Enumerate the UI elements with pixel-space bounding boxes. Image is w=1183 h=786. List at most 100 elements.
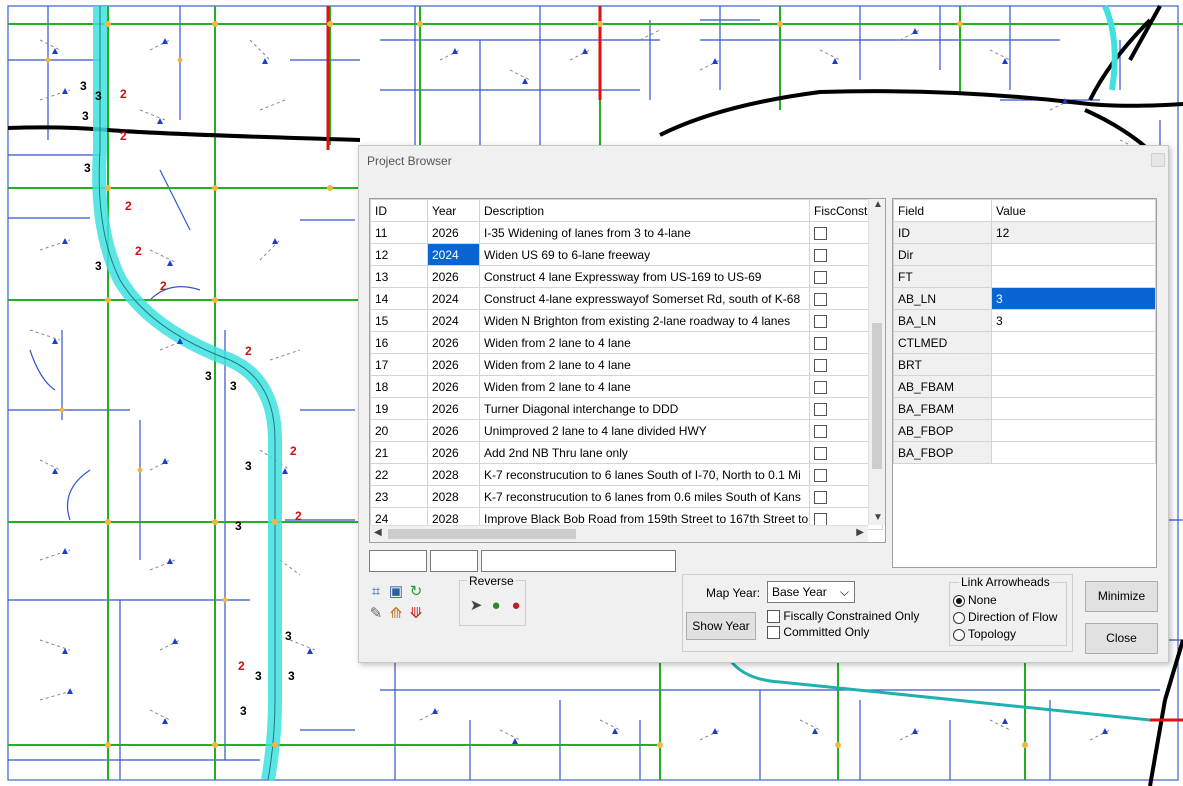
fiscconst-checkbox[interactable] [814,380,827,394]
radio-direction-of-flow[interactable] [953,611,965,624]
field-row[interactable]: CTLMED [893,331,1156,354]
vertical-scroll-thumb[interactable] [872,323,882,469]
map-year-select[interactable]: Base Year ⌵ [767,581,855,603]
refresh-icon[interactable]: ↻ [407,584,425,602]
project-description-cell[interactable]: Widen from 2 lane to 4 lane [479,375,810,398]
col-header-id[interactable]: ID [370,199,428,222]
fiscconst-checkbox[interactable] [814,358,827,372]
project-year-cell[interactable]: 2026 [427,375,480,398]
project-id-cell[interactable]: 13 [370,265,428,288]
field-value-cell[interactable] [991,419,1156,442]
project-id-cell[interactable]: 21 [370,441,428,464]
project-year-cell[interactable]: 2026 [427,353,480,376]
project-description-cell[interactable]: Widen US 69 to 6-lane freeway [479,243,810,266]
field-value-cell[interactable] [991,441,1156,464]
project-row[interactable]: 20 2026 Unimproved 2 lane to 4 lane divide… [370,419,883,442]
fiscconst-checkbox[interactable] [814,292,827,306]
scroll-down-arrow[interactable]: ▼ [873,512,883,523]
fiscconst-checkbox[interactable] [814,424,827,438]
fiscally-constrained-checkbox[interactable] [767,610,780,624]
field-row[interactable]: ID 12 [893,221,1156,244]
field-value-grid[interactable]: Field Value ID 12 Dir FT AB_LN 3 BA_LN 3 CTLMED B… [892,198,1157,568]
project-id-cell[interactable]: 14 [370,287,428,310]
radio-none[interactable] [953,594,965,607]
project-row[interactable]: 17 2026 Widen from 2 lane to 4 lane [370,353,883,376]
project-year-cell[interactable]: 2026 [427,221,480,244]
fiscally-constrained-row[interactable]: Fiscally Constrained Only [767,609,919,624]
field-row[interactable]: BA_FBAM [893,397,1156,420]
edit-pencil-icon[interactable]: ✎ [367,606,385,624]
horizontal-scrollbar[interactable]: ◀ ▶ [370,525,868,542]
project-id-cell[interactable]: 22 [370,463,428,486]
project-year-cell[interactable]: 2024 [427,287,480,310]
fiscconst-checkbox[interactable] [814,512,827,526]
arrowhead-option-none[interactable]: None [953,593,997,607]
project-id-cell[interactable]: 11 [370,221,428,244]
dialog-close-box[interactable] [1151,153,1165,167]
save-icon[interactable]: ▣ [387,584,405,602]
project-description-cell[interactable]: Add 2nd NB Thru lane only [479,441,810,464]
project-description-cell[interactable]: I-35 Widening of lanes from 3 to 4-lane [479,221,810,244]
year-edit-box[interactable] [430,550,478,572]
project-description-cell[interactable]: Construct 4-lane expresswayof Somerset R… [479,287,810,310]
scroll-left-arrow[interactable]: ◀ [374,527,382,538]
project-year-cell[interactable]: 2026 [427,419,480,442]
field-row[interactable]: AB_FBAM [893,375,1156,398]
project-row[interactable]: 23 2028 K-7 reconstrucution to 6 lanes fro… [370,485,883,508]
fiscconst-checkbox[interactable] [814,336,827,350]
project-row[interactable]: 12 2024 Widen US 69 to 6-lane freeway [370,243,883,266]
project-row[interactable]: 13 2026 Construct 4 lane Expressway from U… [370,265,883,288]
project-row[interactable]: 22 2028 K-7 reconstrucution to 6 lanes Sou… [370,463,883,486]
project-description-cell[interactable]: K-7 reconstrucution to 6 lanes from 0.6 … [479,485,810,508]
project-id-cell[interactable]: 17 [370,353,428,376]
project-year-cell[interactable]: 2024 [427,309,480,332]
project-row[interactable]: 19 2026 Turner Diagonal interchange to DDD [370,397,883,420]
project-year-cell[interactable]: 2026 [427,265,480,288]
traffic-light-red-icon[interactable]: ● [507,598,525,616]
project-id-cell[interactable]: 12 [370,243,428,266]
field-value-cell[interactable] [991,265,1156,288]
horizontal-scroll-thumb[interactable] [388,529,576,539]
project-description-cell[interactable]: Construct 4 lane Expressway from US-169 … [479,265,810,288]
field-value-cell[interactable] [991,331,1156,354]
field-value-cell[interactable] [991,243,1156,266]
fiscconst-checkbox[interactable] [814,314,827,328]
field-row[interactable]: FT [893,265,1156,288]
field-row[interactable]: BRT [893,353,1156,376]
project-description-cell[interactable]: Widen from 2 lane to 4 lane [479,353,810,376]
fiscconst-checkbox[interactable] [814,226,827,240]
field-row[interactable]: AB_LN 3 [893,287,1156,310]
project-row[interactable]: 11 2026 I-35 Widening of lanes from 3 to 4… [370,221,883,244]
id-edit-box[interactable] [369,550,427,572]
field-value-cell[interactable] [991,375,1156,398]
description-edit-box[interactable] [481,550,676,572]
committed-row[interactable]: Committed Only [767,625,869,640]
traffic-light-green-icon[interactable]: ● [487,598,505,616]
project-row[interactable]: 16 2026 Widen from 2 lane to 4 lane [370,331,883,354]
scroll-right-arrow[interactable]: ▶ [856,527,864,538]
remove-link-icon[interactable]: ⟱ [407,606,425,624]
field-value-cell[interactable] [991,353,1156,376]
pointer-icon[interactable]: ➤ [467,598,485,616]
project-row[interactable]: 18 2026 Widen from 2 lane to 4 lane [370,375,883,398]
field-row[interactable]: AB_FBOP [893,419,1156,442]
radio-topology[interactable] [953,628,965,641]
field-value-cell[interactable] [991,397,1156,420]
fiscconst-checkbox[interactable] [814,446,827,460]
field-row[interactable]: BA_FBOP [893,441,1156,464]
close-button[interactable]: Close [1085,623,1158,654]
fiscconst-checkbox[interactable] [814,248,827,262]
field-row[interactable]: Dir [893,243,1156,266]
minimize-button[interactable]: Minimize [1085,581,1158,612]
project-description-cell[interactable]: Unimproved 2 lane to 4 lane divided HWY [479,419,810,442]
field-row[interactable]: BA_LN 3 [893,309,1156,332]
project-description-cell[interactable]: Widen N Brighton from existing 2-lane ro… [479,309,810,332]
project-year-cell[interactable]: 2028 [427,485,480,508]
arrowhead-option-topology[interactable]: Topology [953,627,1016,641]
project-year-cell[interactable]: 2024 [427,243,480,266]
project-year-cell[interactable]: 2026 [427,397,480,420]
vertical-scrollbar[interactable]: ▲ ▼ [868,199,885,525]
committed-checkbox[interactable] [767,626,780,640]
project-row[interactable]: 21 2026 Add 2nd NB Thru lane only [370,441,883,464]
project-id-cell[interactable]: 20 [370,419,428,442]
